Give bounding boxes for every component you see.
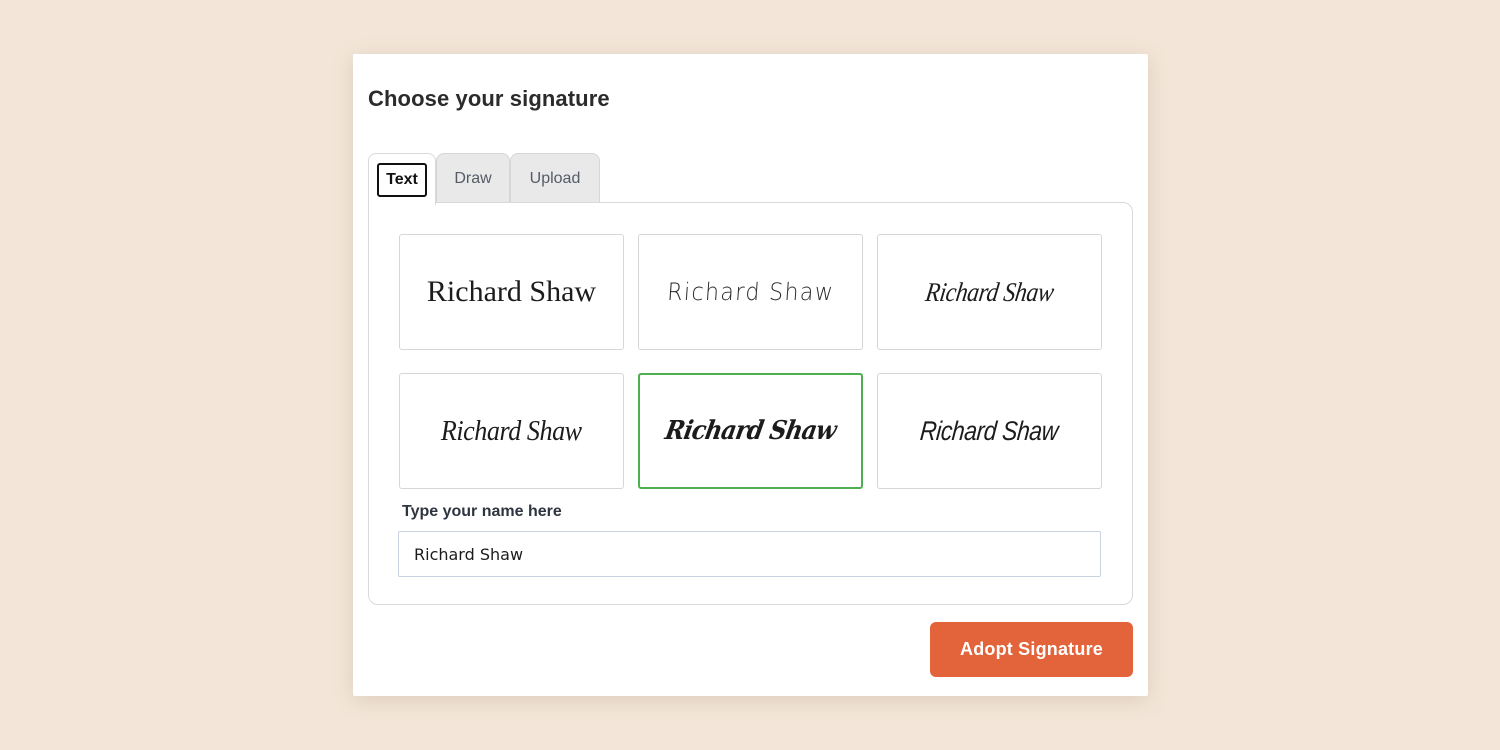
signature-preview: Richard Shaw [919,415,1060,446]
signature-preview: Richard Shaw [662,416,839,446]
text-signature-panel: Richard Shaw Richard Shaw Richard Shaw R… [368,202,1133,605]
tab-text[interactable]: Text [368,153,436,205]
tab-upload-label: Upload [529,169,581,187]
signature-option-1[interactable]: Richard Shaw [399,234,624,350]
tab-text-label: Text [377,162,427,197]
name-input[interactable] [398,531,1101,577]
signature-preview: Richard Shaw [666,278,835,306]
signature-dialog: Choose your signature Text Draw Upload R… [353,54,1148,696]
signature-preview: Richard Shaw [426,275,597,308]
signature-option-6[interactable]: Richard Shaw [877,373,1102,489]
tab-upload[interactable]: Upload [510,153,600,203]
dialog-title: Choose your signature [368,86,610,111]
signature-preview: Richard Shaw [441,414,582,447]
adopt-signature-button[interactable]: Adopt Signature [930,622,1133,677]
tab-draw[interactable]: Draw [436,153,510,203]
signature-option-4[interactable]: Richard Shaw [399,373,624,489]
signature-preview: Richard Shaw [923,276,1056,307]
signature-option-5-selected[interactable]: Richard Shaw [638,373,863,489]
tab-draw-label: Draw [454,169,492,187]
signature-option-3[interactable]: Richard Shaw [877,234,1102,350]
name-field-label: Type your name here [402,503,562,520]
signature-option-2[interactable]: Richard Shaw [638,234,863,350]
